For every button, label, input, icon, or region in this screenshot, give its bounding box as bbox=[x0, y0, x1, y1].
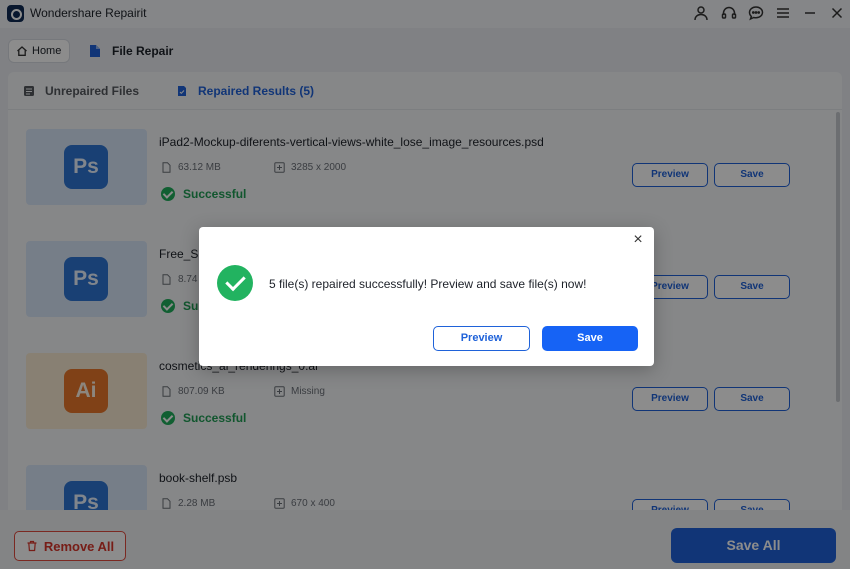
dialog-preview-button[interactable]: Preview bbox=[433, 326, 530, 351]
dialog-save-button[interactable]: Save bbox=[542, 326, 638, 351]
success-check-icon bbox=[217, 265, 253, 301]
close-dialog-icon[interactable]: × bbox=[630, 232, 646, 248]
dialog-message: 5 file(s) repaired successfully! Preview… bbox=[269, 277, 587, 291]
success-dialog: × 5 file(s) repaired successfully! Previ… bbox=[199, 227, 654, 366]
